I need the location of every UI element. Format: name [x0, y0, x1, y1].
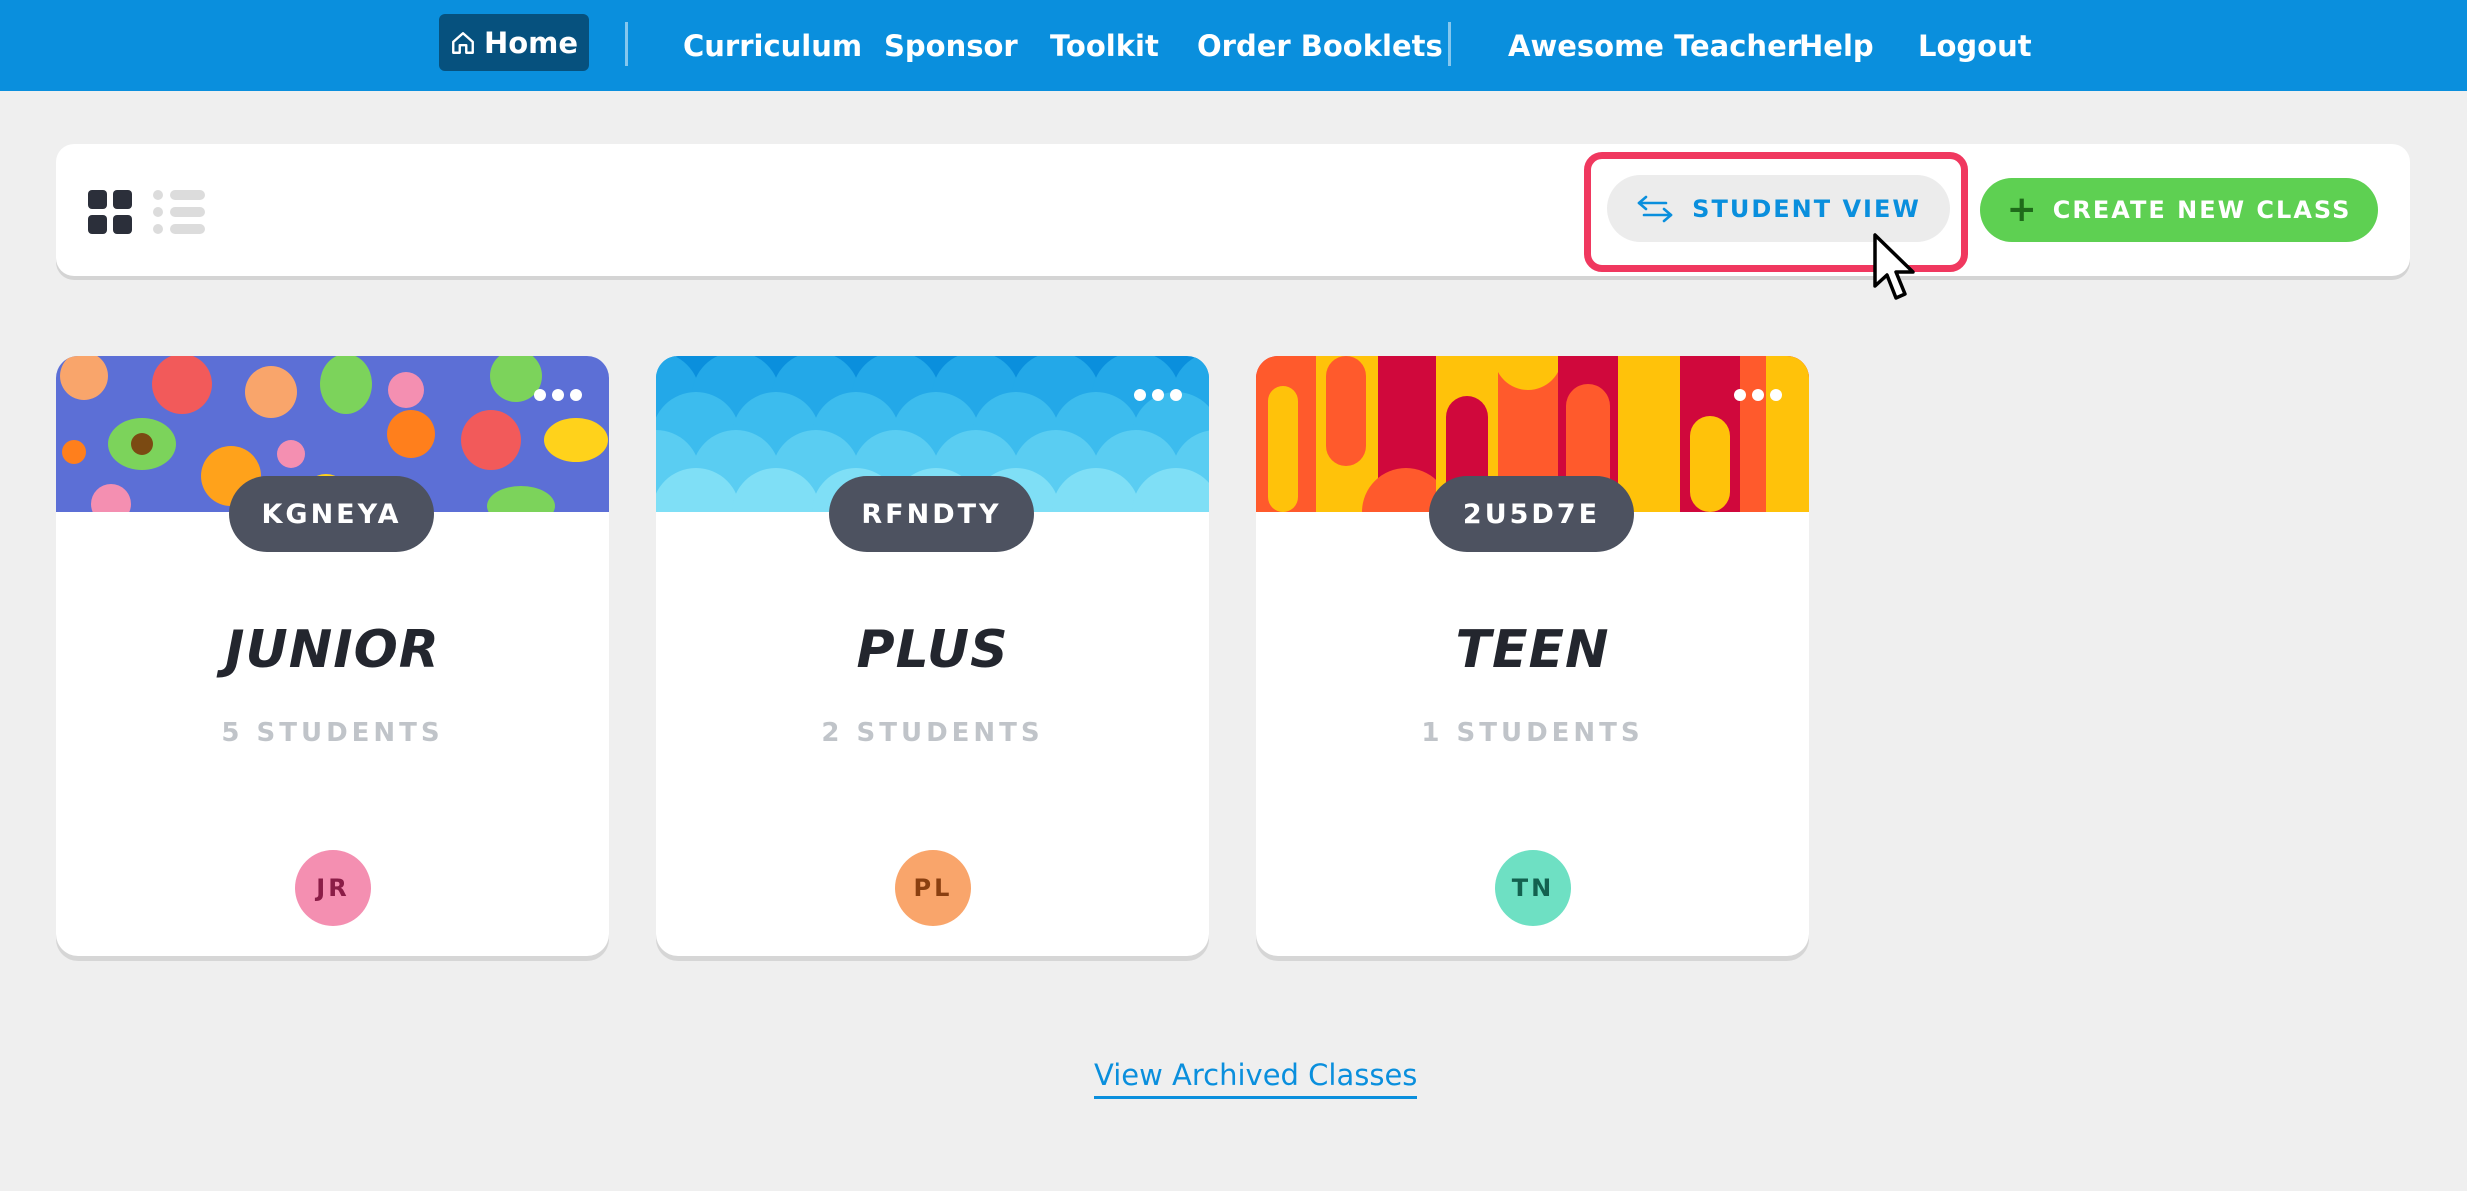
class-name: PLUS	[856, 620, 1009, 680]
class-card-teen[interactable]: 2U5D7E TEEN 1 STUDENTS TN	[1256, 356, 1809, 956]
class-code-badge: 2U5D7E	[1429, 476, 1634, 552]
class-name: TEEN	[1455, 620, 1610, 680]
home-icon	[452, 31, 474, 54]
student-avatar[interactable]: PL	[895, 850, 971, 926]
student-avatar[interactable]: JR	[295, 850, 371, 926]
create-new-class-label: CREATE NEW CLASS	[2052, 196, 2352, 224]
nav-divider	[1448, 22, 1451, 66]
nav-order-booklets[interactable]: Order Booklets	[1197, 0, 1443, 91]
swap-arrows-icon	[1637, 195, 1673, 222]
nav-divider	[625, 22, 628, 66]
top-nav: Home Curriculum Sponsor Toolkit Order Bo…	[0, 0, 2467, 91]
nav-toolkit[interactable]: Toolkit	[1050, 0, 1159, 91]
grid-view-icon[interactable]	[88, 190, 132, 234]
mouse-cursor-icon	[1873, 233, 1915, 300]
view-archived-classes-link[interactable]: View Archived Classes	[1094, 1058, 1418, 1099]
student-avatar[interactable]: TN	[1495, 850, 1571, 926]
create-new-class-button[interactable]: + CREATE NEW CLASS	[1980, 178, 2378, 242]
card-menu-icon[interactable]	[1731, 386, 1785, 404]
class-card-plus[interactable]: RFNDTY PLUS 2 STUDENTS PL	[656, 356, 1209, 956]
card-menu-icon[interactable]	[531, 386, 585, 404]
nav-curriculum[interactable]: Curriculum	[683, 0, 862, 91]
nav-logout[interactable]: Logout	[1918, 0, 2032, 91]
nav-help[interactable]: Help	[1799, 0, 1874, 91]
nav-sponsor[interactable]: Sponsor	[884, 0, 1018, 91]
student-count: 5 STUDENTS	[221, 718, 444, 748]
student-view-label: STUDENT VIEW	[1692, 194, 1921, 223]
card-menu-icon[interactable]	[1131, 386, 1185, 404]
plus-icon: +	[2006, 189, 2039, 230]
class-code-badge: RFNDTY	[829, 476, 1034, 552]
class-card-junior[interactable]: KGNEYA JUNIOR 5 STUDENTS JR	[56, 356, 609, 956]
class-code-badge: KGNEYA	[229, 476, 434, 552]
list-view-icon[interactable]	[153, 190, 205, 234]
nav-home-button[interactable]: Home	[439, 14, 589, 71]
student-count: 1 STUDENTS	[1421, 718, 1644, 748]
nav-home-label: Home	[483, 25, 579, 60]
nav-awesome-teacher[interactable]: Awesome Teacher	[1508, 0, 1801, 91]
class-name: JUNIOR	[225, 620, 440, 680]
student-count: 2 STUDENTS	[821, 718, 1044, 748]
